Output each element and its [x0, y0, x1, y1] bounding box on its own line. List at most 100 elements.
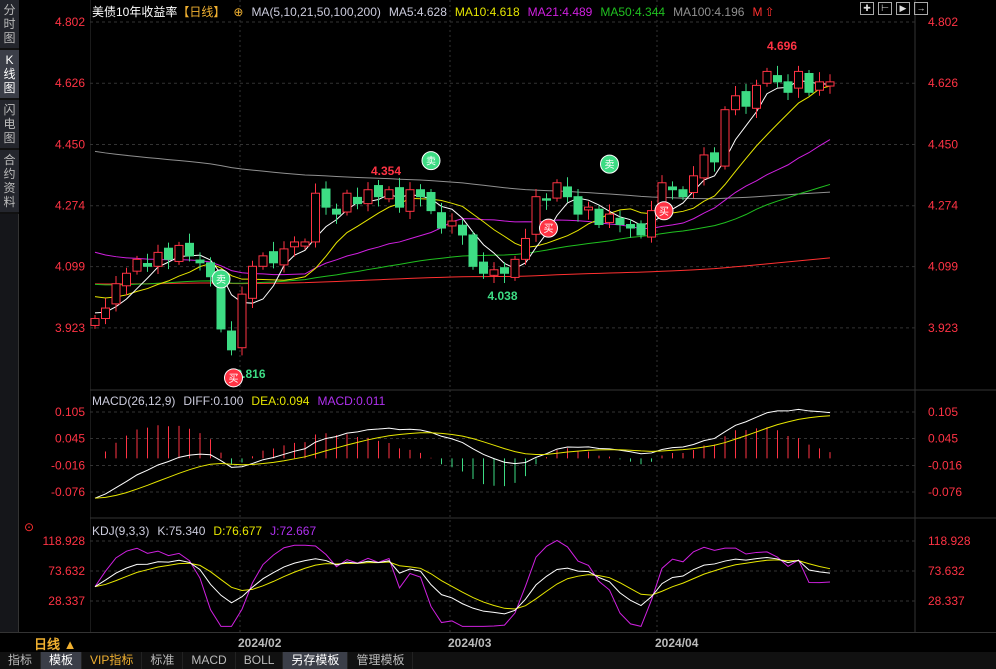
candle-body — [594, 208, 604, 226]
tab-boll[interactable]: BOLL — [236, 652, 284, 669]
candle-body — [699, 154, 709, 179]
candle-body — [101, 307, 110, 319]
tab-macd[interactable]: MACD — [183, 652, 236, 669]
chart-header: 美债10年收益率【日线】 ⊕ MA(5,10,21,50,100,200) MA5:4… — [92, 3, 783, 20]
candle-body — [174, 244, 184, 262]
kdj-k-line — [94, 556, 831, 615]
price-tick-left: 3.923 — [55, 321, 85, 335]
arrow-up-icon[interactable]: ⇧ — [764, 5, 774, 19]
candle — [185, 233, 194, 262]
kdj-tick-right: 118.928 — [928, 534, 971, 548]
candle — [300, 238, 310, 250]
kdj-header: KDJ(9,3,3) K:75.340 D:76.677 J:72.667 — [92, 524, 324, 538]
candle-body — [563, 186, 572, 198]
zoom-in-icon[interactable]: ⊢ — [878, 2, 892, 15]
crosshair-tool-icon[interactable]: ✚ — [860, 2, 874, 15]
candle-body — [290, 241, 299, 248]
ma10-value: MA10:4.618 — [454, 5, 520, 19]
candle-body — [825, 81, 835, 87]
period-selector[interactable]: 日线 ▲ — [20, 632, 90, 652]
kdj-tick-left: 73.632 — [48, 564, 85, 578]
buy-signal-label: 买 — [544, 223, 554, 235]
sidebar-item-flash[interactable]: 闪电图 — [0, 100, 19, 150]
tab-manage-templates[interactable]: 管理模板 — [348, 652, 414, 669]
candle — [143, 253, 152, 272]
crosshair-icon[interactable]: ⊕ — [233, 5, 243, 19]
candle-body — [804, 73, 814, 93]
candle — [531, 189, 541, 242]
candle — [689, 166, 698, 199]
tab-standard[interactable]: 标准 — [142, 652, 184, 669]
candle — [489, 262, 499, 283]
macd-tick-right: -0.076 — [928, 485, 962, 499]
candle-body — [720, 109, 730, 167]
date-tick: 2024/04 — [655, 636, 699, 650]
sidebar-item-timeshare[interactable]: 分时图 — [0, 0, 19, 50]
candle — [269, 241, 278, 269]
candle-body — [489, 269, 499, 276]
macd-tick-right: -0.016 — [928, 458, 962, 472]
macd-value: MACD:0.011 — [317, 394, 386, 408]
candle-body — [678, 189, 688, 198]
ma50-value: MA50:4.344 — [600, 5, 666, 19]
candle-body — [500, 267, 509, 274]
candle — [552, 179, 562, 202]
macd-tick-left: 0.105 — [55, 405, 85, 419]
candle — [773, 65, 782, 88]
candle — [668, 181, 677, 200]
macd-dea: DEA:0.094 — [251, 394, 310, 408]
candle-body — [615, 217, 625, 226]
candle — [248, 260, 257, 309]
candle-body — [479, 261, 488, 274]
candle-body — [468, 234, 478, 267]
buy-signal-label: 买 — [659, 206, 669, 218]
candle — [710, 147, 719, 172]
macd-tick-right: 0.105 — [928, 405, 958, 419]
price-tick-right: 3.923 — [928, 321, 958, 335]
candle-body — [321, 188, 331, 208]
price-tick-right: 4.626 — [928, 76, 958, 90]
candle-body — [384, 189, 394, 200]
tab-save-template[interactable]: 另存模板 — [283, 652, 349, 669]
candle — [584, 201, 593, 220]
candle — [563, 177, 572, 203]
kdj-d: D:76.677 — [213, 524, 263, 538]
candle-body — [122, 272, 131, 287]
candle-body — [437, 212, 446, 229]
move-right-icon[interactable]: → — [914, 2, 928, 15]
candle — [479, 252, 488, 279]
candle-body — [279, 248, 289, 266]
candle — [699, 147, 709, 186]
dea-line — [94, 415, 831, 499]
play-icon[interactable]: ▶ — [896, 2, 910, 15]
ma-params[interactable]: MA(5,10,21,50,100,200) — [251, 5, 380, 19]
candle-body — [731, 95, 740, 111]
candle-body — [647, 210, 656, 238]
kdj-j-line — [94, 539, 831, 627]
tab-templates[interactable]: 模板 — [41, 652, 83, 669]
candle-body — [689, 175, 698, 194]
tab-indicators[interactable]: 指标 — [0, 652, 42, 669]
candle-body — [300, 241, 310, 247]
candle — [447, 213, 457, 234]
peak-annotation: 4.354 — [371, 164, 401, 178]
candle-body — [311, 192, 320, 243]
candle — [594, 205, 604, 229]
candle — [363, 182, 373, 212]
ma100-value: MA100:4.196 — [673, 5, 745, 19]
candle-body — [258, 255, 268, 267]
candle-body — [552, 182, 562, 199]
candle — [615, 210, 625, 233]
candle-body — [164, 247, 173, 260]
candle — [815, 72, 824, 96]
candle-body — [353, 196, 362, 205]
settings-icon[interactable]: ⊙ — [24, 520, 34, 534]
sidebar-item-kline[interactable]: K线图 — [0, 50, 19, 100]
candle-body — [573, 196, 583, 215]
candle — [101, 298, 110, 325]
candle-body — [636, 223, 646, 236]
candle — [741, 83, 751, 114]
sidebar-item-contract-info[interactable]: 合约资料 — [0, 150, 19, 214]
price-tick-right: 4.274 — [928, 199, 958, 213]
tab-vip-indicators[interactable]: VIP指标 — [82, 652, 143, 669]
